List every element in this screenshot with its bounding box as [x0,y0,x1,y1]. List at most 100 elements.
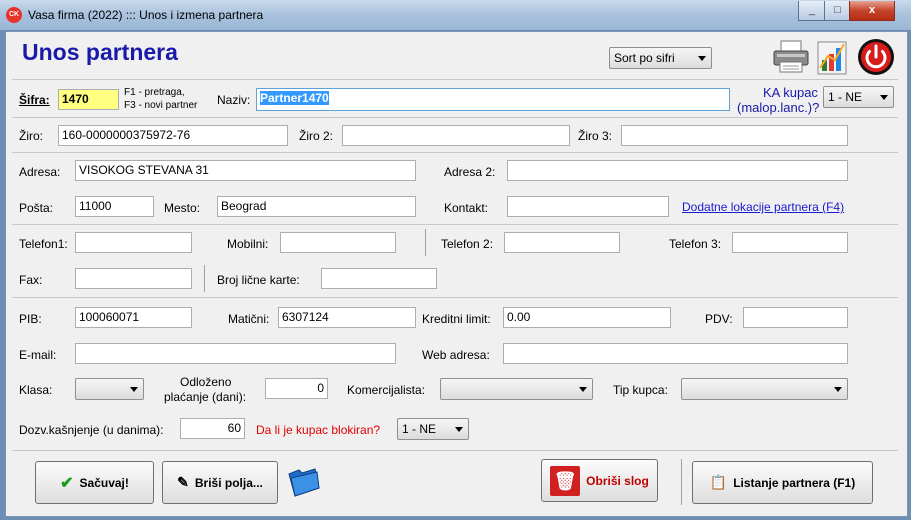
web-adresa-input[interactable] [503,343,848,364]
ka-kupac-select[interactable]: 1 - NE [823,86,894,108]
power-icon[interactable] [856,37,896,77]
footer-divider [12,450,898,451]
kreditni-limit-input[interactable]: 0.00 [503,307,671,328]
ka-kupac-label: KA kupac [763,85,818,100]
pdv-label: PDV: [705,312,733,326]
chevron-down-icon [130,387,138,392]
kupac-blokiran-select[interactable]: 1 - NE [397,418,469,440]
pdv-input[interactable] [743,307,848,328]
sort-select-value: Sort po sifri [614,51,675,65]
dodatne-lokacije-link[interactable]: Dodatne lokacije partnera (F4) [682,200,844,214]
posta-label: Pošta: [19,201,54,215]
printer-icon[interactable] [771,38,811,74]
eraser-icon: ✎ [177,474,189,490]
klasa-select[interactable] [75,378,144,400]
telefon3-label: Telefon 3: [669,237,722,251]
telefon3-input[interactable] [732,232,848,253]
sifra-input[interactable]: 1470 [58,89,119,110]
clear-fields-button-label: Briši polja... [194,475,263,490]
maticni-label: Matični: [228,312,270,326]
sort-select[interactable]: Sort po sifri [609,47,712,69]
divider [12,117,898,118]
list-partners-button[interactable]: 📋 Listanje partnera (F1) [692,461,873,504]
maticni-input[interactable]: 6307124 [278,307,416,328]
tip-kupca-select[interactable] [681,378,848,400]
maximize-button[interactable]: □ [824,1,851,21]
header-divider [12,79,898,80]
komercijalista-label: Komercijalista: [347,383,426,397]
ziro3-input[interactable] [621,125,848,146]
pib-label: PIB: [19,312,42,326]
chevron-down-icon [579,387,587,392]
komercijalista-select[interactable] [440,378,593,400]
save-button-label: Sačuvaj! [79,475,129,490]
ziro2-label: Žiro 2: [299,129,334,143]
klasa-label: Klasa: [19,383,53,397]
mobilni-label: Mobilni: [227,237,269,251]
naziv-label: Naziv: [217,93,251,107]
ziro2-input[interactable] [342,125,570,146]
save-button[interactable]: ✔ Sačuvaj! [35,461,154,504]
tip-kupca-label: Tip kupca: [613,383,668,397]
vertical-divider [204,265,205,292]
email-label: E-mail: [19,348,57,362]
delete-record-button[interactable]: 🗑 Obriši slog [541,459,658,502]
chevron-down-icon [455,427,463,432]
ziro-input[interactable]: 160-0000000375972-76 [58,125,288,146]
clear-fields-button[interactable]: ✎ Briši polja... [162,461,278,504]
divider [12,297,898,298]
fax-label: Fax: [19,273,43,287]
mobilni-input[interactable] [280,232,396,253]
minimize-button[interactable]: _ [798,1,826,21]
adresa-input[interactable]: VISOKOG STEVANA 31 [75,160,416,181]
kupac-blokiran-value: 1 - NE [402,422,437,436]
chevron-down-icon [880,95,888,100]
odlozeno-label: Odloženo [180,375,232,389]
mesto-input[interactable]: Beograd [217,196,416,217]
list-icon: 📋 [709,474,728,490]
divider [12,224,898,225]
page-title: Unos partnera [22,39,178,65]
broj-licne-karte-input[interactable] [321,268,437,289]
ziro3-label: Žiro 3: [578,129,613,143]
chart-icon[interactable] [814,36,852,76]
telefon2-input[interactable] [504,232,620,253]
window-title: Vasa firma (2022) ::: Unos i izmena part… [28,8,264,22]
close-button[interactable]: x [849,1,895,21]
fax-input[interactable] [75,268,192,289]
divider [12,152,898,153]
chevron-down-icon [698,56,706,61]
ka-kupac-sublabel: (malop.lanc.)? [737,100,820,115]
mesto-label: Mesto: [164,201,201,215]
telefon2-label: Telefon 2: [441,237,494,251]
email-input[interactable] [75,343,396,364]
checkmark-icon: ✔ [60,474,74,492]
kupac-blokiran-label: Da li je kupac blokiran? [256,423,381,437]
ziro-label: Žiro: [19,129,43,143]
pib-input[interactable]: 100060071 [75,307,192,328]
posta-input[interactable]: 11000 [75,196,154,217]
kontakt-input[interactable] [507,196,669,217]
trash-icon: 🗑 [550,465,581,496]
kontakt-label: Kontakt: [444,201,489,215]
naziv-selected-text: Partner1470 [260,91,329,105]
sifra-hint-new: F3 - novi partner [124,100,198,111]
placanje-dani-label: plaćanje (dani): [164,390,247,404]
adresa2-input[interactable] [507,160,848,181]
dozvoljeno-kasnjenje-input[interactable]: 60 [180,418,245,439]
folder-icon[interactable] [287,466,321,498]
ka-kupac-value: 1 - NE [828,90,863,104]
telefon1-input[interactable] [75,232,192,253]
telefon1-label: Telefon1: [19,237,68,251]
adresa-label: Adresa: [19,165,61,179]
delete-record-button-label: Obriši slog [586,473,649,488]
app-icon: CK [6,7,22,23]
odlozeno-placanje-input[interactable]: 0 [265,378,328,399]
chevron-down-icon [834,387,842,392]
kreditni-limit-label: Kreditni limit: [422,312,491,326]
naziv-input[interactable]: Partner1470 [256,88,730,111]
broj-licne-karte-label: Broj lične karte: [217,273,300,287]
vertical-divider [425,229,426,256]
sifra-label: Šifra: [19,93,50,107]
sifra-hint-search: F1 - pretraga, [124,87,185,98]
